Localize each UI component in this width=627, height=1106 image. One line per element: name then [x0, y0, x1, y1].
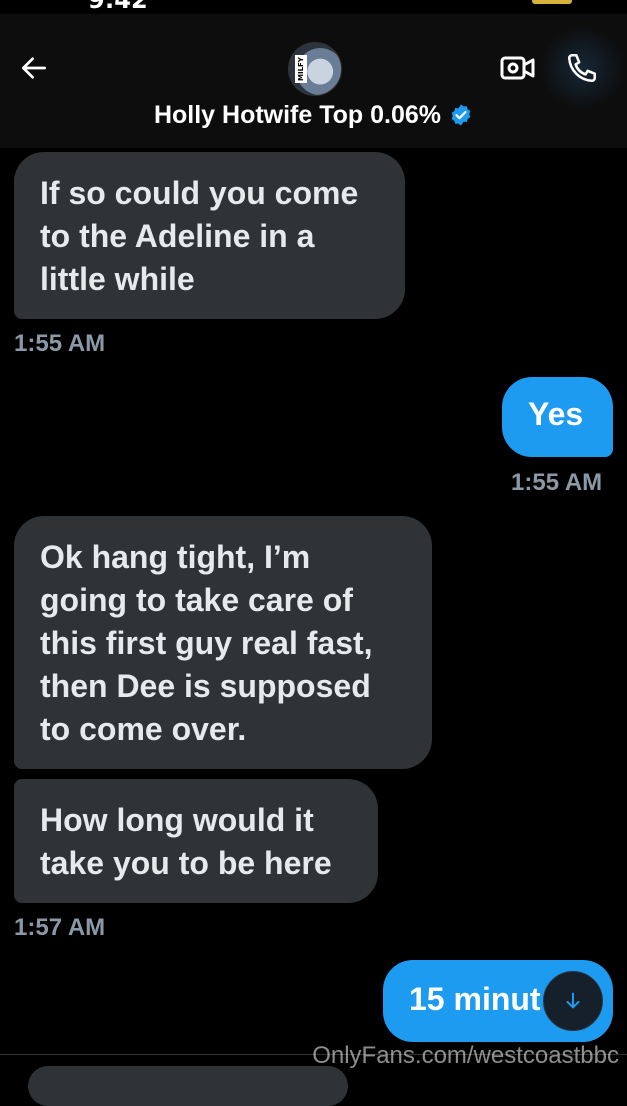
- video-call-button[interactable]: [498, 48, 538, 88]
- message-bubble-incoming-partial: [28, 1066, 348, 1106]
- back-button[interactable]: [14, 48, 54, 88]
- message-bubble-incoming[interactable]: If so could you come to the Adeline in a…: [14, 152, 405, 319]
- message-bubble-incoming[interactable]: Ok hang tight, I’m going to take care of…: [14, 516, 432, 769]
- message-text: 15 minut: [409, 981, 541, 1017]
- arrow-left-icon: [22, 57, 46, 79]
- contact-name: Holly Hotwife Top 0.06%: [153, 101, 442, 129]
- status-time: 9:42: [88, 0, 148, 14]
- video-camera-icon: [500, 56, 535, 80]
- message-text: If so could you come to the Adeline in a…: [40, 175, 359, 297]
- scroll-to-bottom-button[interactable]: [543, 971, 603, 1031]
- voice-call-button[interactable]: [538, 26, 626, 110]
- conversation-header: MILFY Holly Hotwife Top 0.06%: [0, 0, 627, 148]
- message-bubble-outgoing[interactable]: Yes: [502, 377, 613, 457]
- avatar-tag: MILFY: [295, 55, 307, 83]
- message-text: How long would it take you to be here: [40, 802, 332, 881]
- arrow-down-icon: [566, 992, 580, 1009]
- verified-badge-icon: [449, 103, 473, 134]
- avatar[interactable]: MILFY: [288, 42, 342, 96]
- message-timestamp: 1:55 AM: [14, 330, 106, 357]
- contact-name-row[interactable]: Holly Hotwife Top 0.06%: [0, 101, 627, 134]
- message-timestamp: 1:55 AM: [511, 469, 603, 496]
- message-text: Yes: [528, 396, 584, 432]
- message-bubble-incoming[interactable]: How long would it take you to be here: [14, 779, 378, 903]
- message-timestamp: 1:57 AM: [14, 914, 106, 941]
- message-text: Ok hang tight, I’m going to take care of…: [40, 539, 373, 747]
- status-bar: 9:42: [0, 0, 627, 14]
- watermark: OnlyFans.com/westcoastbbc: [312, 1042, 619, 1069]
- phone-icon: [567, 53, 597, 83]
- battery-icon: [532, 0, 572, 4]
